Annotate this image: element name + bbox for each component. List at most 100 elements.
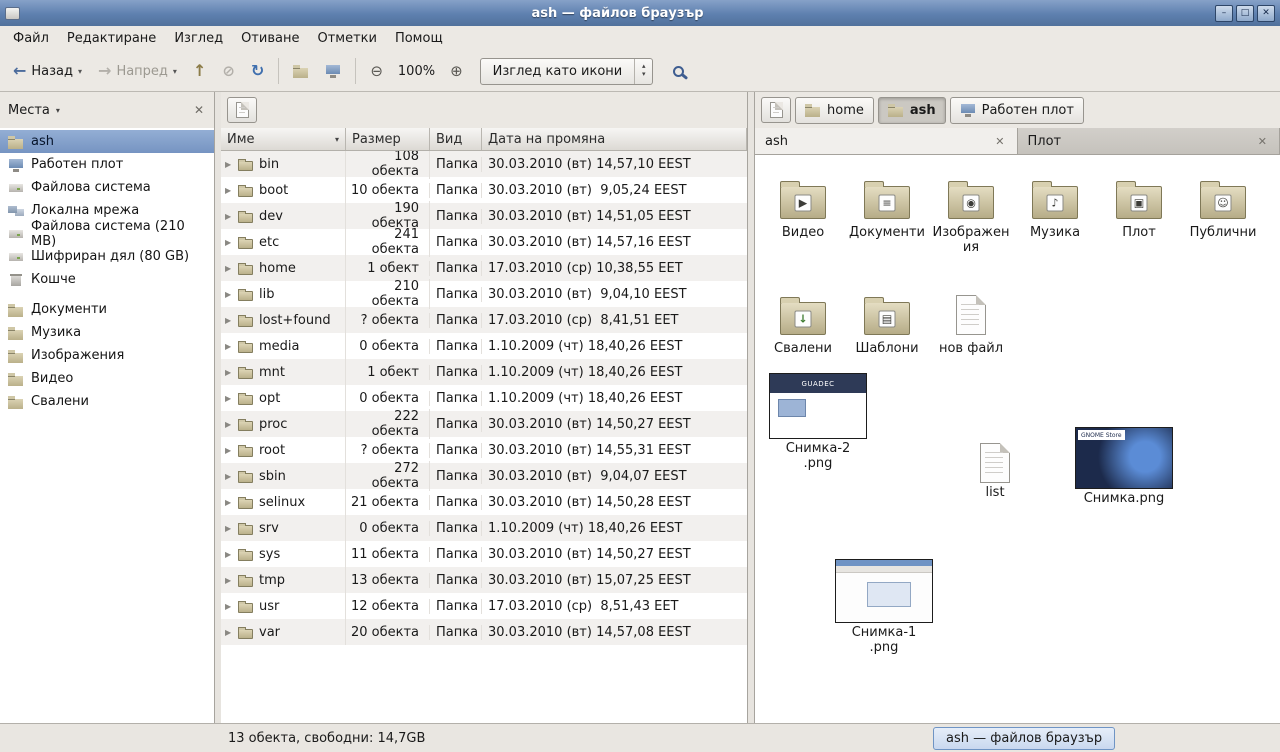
table-row[interactable]: ▶ sys 11 обекта Папка 30.03.2010 (вт) 14… (221, 541, 747, 567)
menu-item[interactable]: Файл (4, 28, 58, 49)
table-row[interactable]: ▶ srv 0 обекта Папка 1.10.2009 (чт) 18,4… (221, 515, 747, 541)
path-button[interactable]: home (795, 97, 874, 124)
expander-icon[interactable]: ▶ (225, 472, 238, 481)
sidebar-close-icon[interactable]: ✕ (190, 101, 208, 119)
table-row[interactable]: ▶ proc 222 обекта Папка 30.03.2010 (вт) … (221, 411, 747, 437)
expander-icon[interactable]: ▶ (225, 550, 238, 559)
table-row[interactable]: ▶ opt 0 обекта Папка 1.10.2009 (чт) 18,4… (221, 385, 747, 411)
tab[interactable]: Плот ✕ (1018, 128, 1280, 154)
icon-item[interactable]: нов файл (929, 281, 1013, 393)
expander-icon[interactable]: ▶ (225, 212, 238, 221)
menu-item[interactable]: Изглед (165, 28, 232, 49)
menu-item[interactable]: Редактиране (58, 28, 165, 49)
view-mode-combobox[interactable]: Изглед като икони ▴▾ (480, 58, 654, 85)
expander-icon[interactable]: ▶ (225, 394, 238, 403)
sidebar-item[interactable]: Файлова система (210 MB) (0, 222, 214, 245)
table-row[interactable]: ▶ mnt 1 обект Папка 1.10.2009 (чт) 18,40… (221, 359, 747, 385)
table-row[interactable]: ▶ root ? обекта Папка 30.03.2010 (вт) 14… (221, 437, 747, 463)
sidebar-item[interactable]: Документи (0, 298, 214, 321)
table-row[interactable]: ▶ lib 210 обекта Папка 30.03.2010 (вт) 9… (221, 281, 747, 307)
forward-button[interactable]: → Напред ▾ (91, 59, 184, 83)
menu-item[interactable]: Отметки (308, 28, 385, 49)
column-header-size[interactable]: Размер (346, 128, 430, 150)
sidebar-item[interactable]: Изображения (0, 344, 214, 367)
sidebar-item[interactable]: Файлова система (0, 176, 214, 199)
table-row[interactable]: ▶ media 0 обекта Папка 1.10.2009 (чт) 18… (221, 333, 747, 359)
expander-icon[interactable]: ▶ (225, 316, 238, 325)
table-row[interactable]: ▶ tmp 13 обекта Папка 30.03.2010 (вт) 15… (221, 567, 747, 593)
table-row[interactable]: ▶ bin 108 обекта Папка 30.03.2010 (вт) 1… (221, 151, 747, 177)
icon-item-snimka2[interactable]: GUADEC Снимка-2.png (769, 373, 867, 472)
column-header-name[interactable]: Име▾ (221, 128, 346, 150)
expander-icon[interactable]: ▶ (225, 602, 238, 611)
icon-item[interactable]: Музика (1013, 165, 1097, 277)
table-row[interactable]: ▶ selinux 21 обекта Папка 30.03.2010 (вт… (221, 489, 747, 515)
taskbar-window-button[interactable]: ash — файлов браузър (933, 727, 1115, 750)
table-row[interactable]: ▶ dev 190 обекта Папка 30.03.2010 (вт) 1… (221, 203, 747, 229)
menu-item[interactable]: Помощ (386, 28, 452, 49)
sidebar-title[interactable]: Места (6, 103, 50, 118)
table-row[interactable]: ▶ var 20 обекта Папка 30.03.2010 (вт) 14… (221, 619, 747, 645)
reload-button[interactable]: ↻ (244, 59, 271, 83)
sidebar-item[interactable]: Работен плот (0, 153, 214, 176)
expander-icon[interactable]: ▶ (225, 576, 238, 585)
table-row[interactable]: ▶ lost+found ? обекта Папка 17.03.2010 (… (221, 307, 747, 333)
back-button[interactable]: ← Назад ▾ (6, 59, 89, 83)
icon-item[interactable]: Плот (1097, 165, 1181, 277)
expander-icon[interactable]: ▶ (225, 264, 238, 273)
expander-icon[interactable]: ▶ (225, 420, 238, 429)
menu-item[interactable]: Отиване (232, 28, 308, 49)
icon-item-snimka[interactable]: GNOME Store Снимка.png (1075, 427, 1173, 507)
expander-icon[interactable]: ▶ (225, 186, 238, 195)
icon-item-list[interactable]: list (963, 443, 1027, 501)
sidebar-item[interactable]: ash (0, 130, 214, 153)
sidebar-item[interactable]: Видео (0, 367, 214, 390)
back-dropdown-icon[interactable]: ▾ (78, 67, 82, 76)
stop-button[interactable]: ⊘ (215, 60, 242, 83)
search-button[interactable] (665, 61, 692, 82)
sidebar-item[interactable]: Музика (0, 321, 214, 344)
location-toggle-button[interactable] (227, 97, 257, 123)
column-header-date[interactable]: Дата на промяна (482, 128, 747, 150)
icon-item[interactable]: Видео (761, 165, 845, 277)
chevron-down-icon[interactable]: ▾ (56, 106, 60, 115)
icon-item[interactable]: Документи (845, 165, 929, 277)
icon-item[interactable]: Изображения (929, 165, 1013, 277)
expander-icon[interactable]: ▶ (225, 628, 238, 637)
tab[interactable]: ash ✕ (755, 128, 1018, 154)
expander-icon[interactable]: ▶ (225, 342, 238, 351)
maximize-button[interactable]: □ (1236, 5, 1254, 22)
table-row[interactable]: ▶ usr 12 обекта Папка 17.03.2010 (ср) 8,… (221, 593, 747, 619)
expander-icon[interactable]: ▶ (225, 160, 238, 169)
tab-close-icon[interactable]: ✕ (993, 135, 1006, 148)
expander-icon[interactable]: ▶ (225, 368, 238, 377)
zoom-out-button[interactable]: ⊖ (363, 58, 390, 84)
sidebar-item[interactable]: Шифриран дял (80 GB) (0, 245, 214, 268)
computer-button[interactable] (318, 59, 348, 83)
path-button[interactable]: Работен плот (950, 97, 1084, 124)
home-button[interactable] (286, 59, 316, 83)
expander-icon[interactable]: ▶ (225, 524, 238, 533)
table-row[interactable]: ▶ etc 241 обекта Папка 30.03.2010 (вт) 1… (221, 229, 747, 255)
expander-icon[interactable]: ▶ (225, 290, 238, 299)
combo-arrows-icon[interactable]: ▴▾ (634, 59, 652, 84)
location-toggle-button[interactable] (761, 97, 791, 123)
table-row[interactable]: ▶ home 1 обект Папка 17.03.2010 (ср) 10,… (221, 255, 747, 281)
close-button[interactable]: ✕ (1257, 5, 1275, 22)
sidebar-item[interactable]: Кошче (0, 268, 214, 291)
table-row[interactable]: ▶ sbin 272 обекта Папка 30.03.2010 (вт) … (221, 463, 747, 489)
table-row[interactable]: ▶ boot 10 обекта Папка 30.03.2010 (вт) 9… (221, 177, 747, 203)
expander-icon[interactable]: ▶ (225, 498, 238, 507)
minimize-button[interactable]: – (1215, 5, 1233, 22)
up-button[interactable]: ↑ (186, 59, 213, 83)
path-button[interactable]: ash (878, 97, 946, 124)
sidebar-item[interactable]: Свалени (0, 390, 214, 413)
icon-item-snimka1[interactable]: Снимка-1.png (835, 559, 933, 656)
expander-icon[interactable]: ▶ (225, 238, 238, 247)
tab-close-icon[interactable]: ✕ (1256, 135, 1269, 148)
column-header-type[interactable]: Вид (430, 128, 482, 150)
expander-icon[interactable]: ▶ (225, 446, 238, 455)
zoom-in-button[interactable]: ⊕ (443, 58, 470, 84)
titlebar[interactable]: ash — файлов браузър – □ ✕ (0, 0, 1280, 26)
icon-item[interactable]: Публични (1181, 165, 1265, 277)
